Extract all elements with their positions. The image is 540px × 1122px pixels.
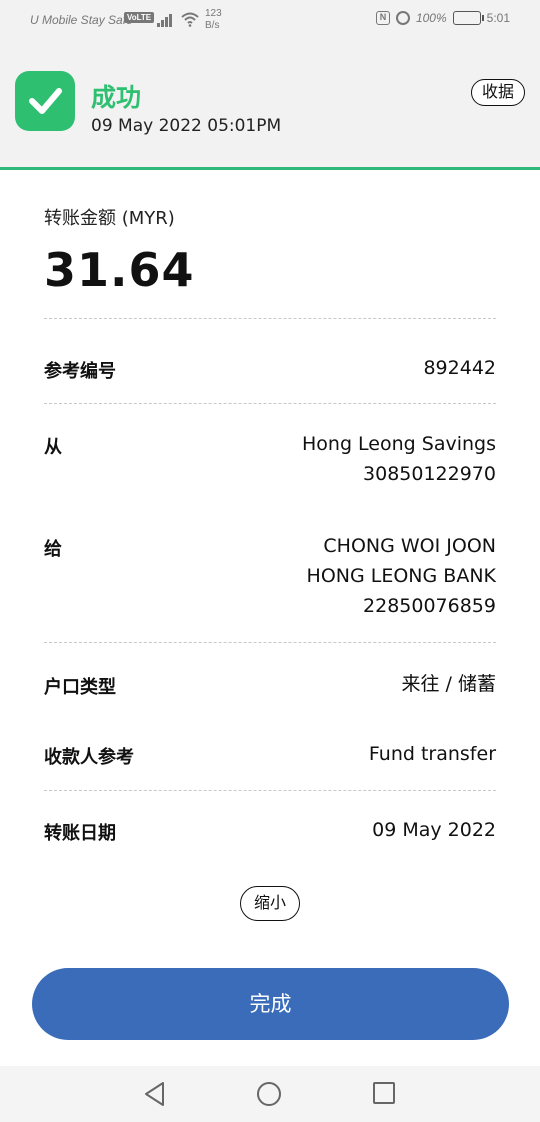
account-type-label: 户口类型 (44, 677, 116, 698)
recent-apps-icon[interactable] (373, 1082, 395, 1104)
divider (44, 790, 496, 791)
collapse-button[interactable]: 缩小 (240, 886, 300, 921)
transfer-date-value: 09 May 2022 (372, 819, 496, 841)
amount-value: 31.64 (44, 243, 195, 297)
signal-icon (157, 13, 175, 27)
amount-label: 转账金额 (MYR) (44, 208, 175, 229)
transfer-date-label: 转账日期 (44, 823, 116, 844)
to-label: 给 (44, 539, 62, 560)
wifi-icon (181, 12, 199, 32)
divider (44, 642, 496, 643)
back-icon[interactable] (143, 1081, 167, 1111)
status-title: 成功 (91, 83, 142, 112)
alarm-icon (395, 11, 410, 25)
divider (44, 318, 496, 319)
reference-label: 参考编号 (44, 361, 116, 382)
from-label: 从 (44, 437, 62, 458)
status-bar: U Mobile Stay Safe VoLTE 123 B/s N 100% … (0, 0, 540, 40)
from-value: Hong Leong Savings 30850122970 (302, 433, 496, 485)
network-speed: 123 B/s (205, 8, 222, 31)
carrier-name: U Mobile Stay Safe (30, 13, 133, 27)
transaction-datetime: 09 May 2022 05:01PM (91, 116, 282, 136)
navigation-bar (0, 1066, 540, 1122)
divider (44, 403, 496, 404)
success-check-icon (15, 71, 75, 131)
battery-icon (452, 11, 484, 25)
receipt-button[interactable]: 收据 (470, 79, 525, 106)
battery-percent: 100% (415, 11, 447, 25)
volte-badge: VoLTE (124, 12, 155, 23)
to-value: CHONG WOI JOON HONG LEONG BANK 228500768… (306, 535, 496, 617)
result-header: 成功 09 May 2022 05:01PM 收据 (0, 40, 540, 170)
clock: 5:01 (486, 11, 510, 25)
nfc-icon: N (375, 11, 390, 25)
account-type-value: 来往 / 储蓄 (401, 673, 496, 695)
recipient-reference-value: Fund transfer (368, 743, 496, 765)
recipient-reference-label: 收款人参考 (44, 747, 134, 768)
home-icon[interactable] (257, 1082, 281, 1106)
done-button[interactable]: 完成 (32, 968, 509, 1040)
reference-value: 892442 (423, 357, 496, 379)
